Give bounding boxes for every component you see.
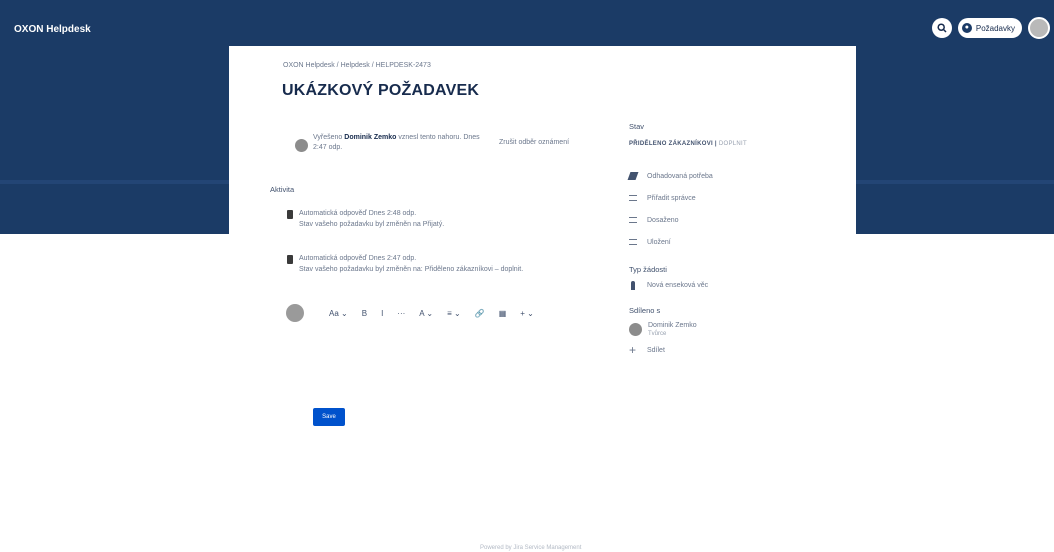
raised-suffix: vznesl tento nahoru.	[398, 134, 462, 141]
lock-icon	[287, 210, 293, 219]
insert-dropdown[interactable]: + ⌄	[520, 309, 534, 318]
requests-button[interactable]: ● Požadavky	[957, 18, 1022, 38]
activity-time: Dnes 2:47 odp.	[368, 255, 417, 262]
lock-icon	[287, 255, 293, 264]
raised-by-user: Dominik Zemko	[344, 134, 397, 141]
action-assign[interactable]: Přiřadit správce	[629, 187, 779, 209]
page-title: UKÁZKOVÝ POŽADAVEK	[282, 82, 480, 99]
status-value: PŘIDĚLENO ZÁKAZNÍKOVI	[629, 141, 713, 147]
shared-user-name: Dominik Zemko	[648, 322, 697, 329]
bold-button[interactable]: B	[362, 309, 367, 318]
text-style-dropdown[interactable]: Aa ⌄	[329, 309, 348, 318]
notifications-toggle[interactable]: Zrušit odběr oznámení	[499, 139, 569, 146]
action-label: Přiřadit správce	[647, 194, 696, 202]
profile-avatar[interactable]	[1028, 17, 1050, 39]
search-icon	[937, 23, 947, 33]
share-button[interactable]: + Sdílet	[629, 339, 779, 361]
more-formatting-button[interactable]: ···	[397, 309, 405, 318]
text-color-dropdown[interactable]: A ⌄	[419, 309, 433, 318]
helpdesk-brand-link[interactable]: OXON Helpdesk	[14, 24, 91, 35]
raised-prefix: Vyřešeno	[313, 134, 343, 141]
search-button[interactable]	[931, 18, 952, 38]
save-button[interactable]: Save	[313, 408, 345, 426]
editor-toolbar: Aa ⌄ B I ··· A ⌄ ≡ ⌄ 🔗 ▦ + ⌄	[329, 309, 534, 318]
activity-heading: Aktivita	[270, 185, 295, 194]
shared-user: Dominik Zemko Tvůrce	[629, 321, 779, 339]
request-type-text: Nová enseková věc	[647, 281, 709, 289]
requests-label: Požadavky	[975, 23, 1015, 33]
action-save[interactable]: Uložení	[629, 231, 779, 253]
action-label: Uložení	[647, 238, 671, 246]
transition-icon	[629, 217, 637, 223]
breadcrumb[interactable]: OXON Helpdesk / Helpdesk / HELPDESK-2473	[283, 62, 431, 69]
list-item: Automatická odpověď Dnes 2:48 odp. Stav …	[287, 208, 587, 230]
avatar	[629, 323, 642, 336]
activity-title: Automatická odpověď	[299, 210, 367, 217]
transition-icon	[629, 239, 637, 245]
status-badge: PŘIDĚLENO ZÁKAZNÍKOVI | DOPLNIT	[629, 141, 747, 147]
italic-button[interactable]: I	[381, 309, 383, 318]
action-resolved[interactable]: Dosaženo	[629, 209, 779, 231]
action-label: Odhadovaná potřeba	[647, 172, 713, 180]
request-card: OXON Helpdesk / Helpdesk / HELPDESK-2473…	[229, 46, 856, 552]
list-item: Automatická odpověď Dnes 2:47 odp. Stav …	[287, 253, 587, 275]
plus-icon: +	[629, 343, 637, 357]
action-estimate[interactable]: Odhadovaná potřeba	[627, 165, 779, 187]
request-sidebar: Stav PŘIDĚLENO ZÁKAZNÍKOVI | DOPLNIT Odh…	[627, 122, 779, 361]
list-dropdown[interactable]: ≡ ⌄	[447, 309, 461, 318]
activity-text: Stav vašeho požadavku byl změněn na: Při…	[299, 266, 524, 273]
request-type-label: Typ žádosti	[629, 265, 667, 274]
request-type-icon	[631, 280, 635, 290]
share-label: Sdílet	[647, 346, 665, 354]
avatar	[295, 139, 308, 152]
raised-by-text: Vyřešeno Dominik Zemko vznesl tento naho…	[313, 133, 493, 153]
request-type-value: Nová enseková věc	[629, 274, 779, 296]
activity-text: Stav vašeho požadavku byl změněn na Přij…	[299, 221, 445, 228]
status-tag: DOPLNIT	[718, 141, 747, 147]
status-label: Stav	[629, 122, 645, 131]
shared-with-label: Sdíleno s	[629, 306, 661, 315]
requests-icon: ●	[961, 23, 972, 33]
action-label: Dosaženo	[647, 216, 679, 224]
link-button[interactable]: 🔗	[475, 309, 485, 318]
top-actions: ● Požadavky	[931, 17, 1050, 39]
bolt-icon	[627, 172, 639, 180]
shared-user-role: Tvůrce	[648, 331, 667, 337]
table-button[interactable]: ▦	[499, 309, 507, 318]
activity-title: Automatická odpověď	[299, 255, 367, 262]
footer-text: Powered by Jira Service Management	[480, 545, 582, 551]
activity-time: Dnes 2:48 odp.	[368, 210, 417, 217]
avatar	[286, 304, 304, 322]
transition-icon	[629, 195, 637, 201]
